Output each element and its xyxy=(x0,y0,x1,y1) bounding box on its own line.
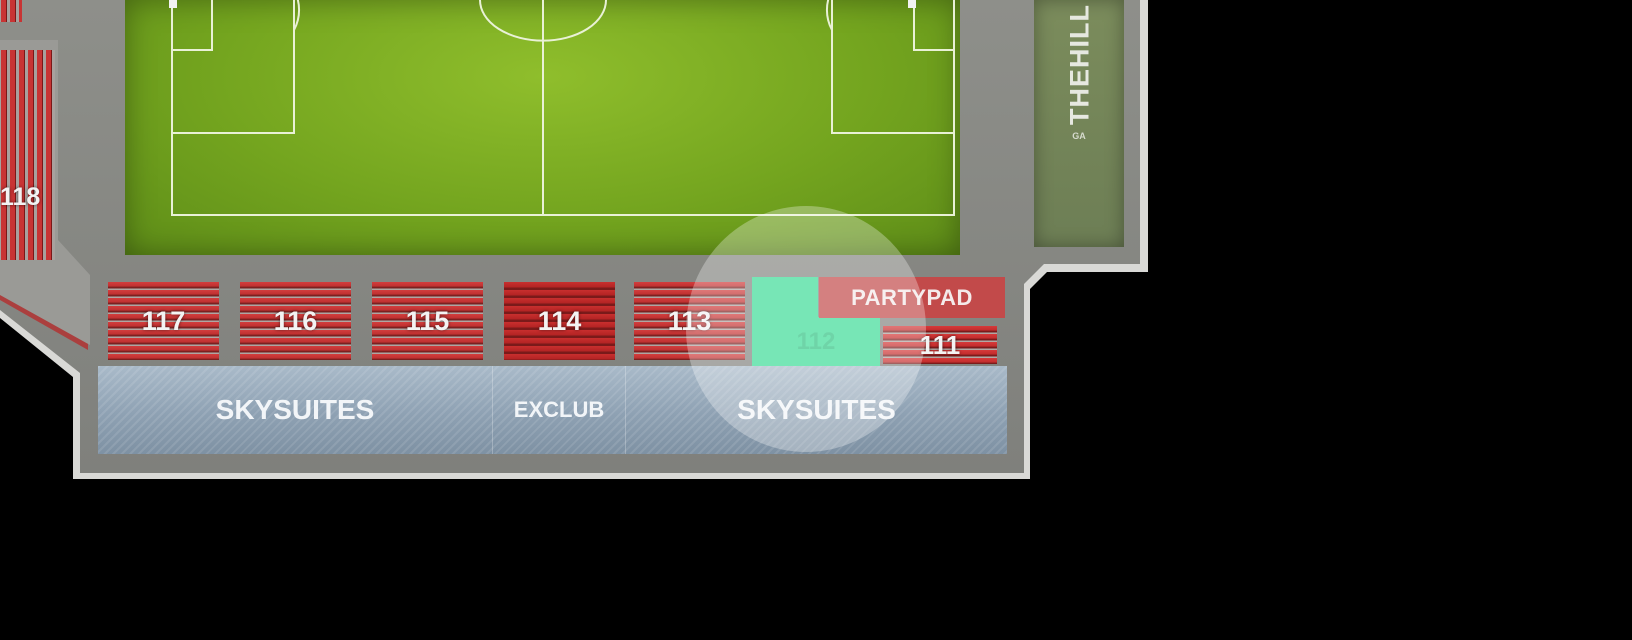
pitch-markings xyxy=(169,0,955,216)
section-114[interactable]: 114 xyxy=(504,282,615,360)
section-111[interactable]: 111 xyxy=(883,326,997,364)
section-111-label: 111 xyxy=(919,329,961,360)
stadium-map: 118 THEHILL GA 117 116 115 114 113 112 P… xyxy=(0,0,1632,640)
section-116-label: 116 xyxy=(273,305,318,336)
section-114-label: 114 xyxy=(537,305,582,336)
section-119-seats xyxy=(0,0,22,22)
section-113[interactable]: 113 xyxy=(634,282,745,360)
the-hill-ga-label: GA xyxy=(1072,131,1086,141)
section-117-label: 117 xyxy=(141,305,186,336)
section-115[interactable]: 115 xyxy=(372,282,483,360)
section-118-seats xyxy=(0,50,55,260)
section-116[interactable]: 116 xyxy=(240,282,351,360)
the-hill-label: THEHILL xyxy=(1064,4,1095,125)
partypad-section[interactable]: PARTYPAD xyxy=(819,277,1005,318)
section-118-label: 118 xyxy=(0,183,41,211)
exclub[interactable]: EXCLUB xyxy=(493,366,625,454)
section-118[interactable]: 118 xyxy=(0,0,60,260)
skysuites-right[interactable]: SKYSUITES xyxy=(626,366,1007,454)
section-112-label: 112 xyxy=(796,327,836,355)
section-115-label: 115 xyxy=(405,305,450,336)
section-113-label: 113 xyxy=(667,305,712,336)
section-117[interactable]: 117 xyxy=(108,282,219,360)
skysuites-left[interactable]: SKYSUITES xyxy=(98,366,492,454)
